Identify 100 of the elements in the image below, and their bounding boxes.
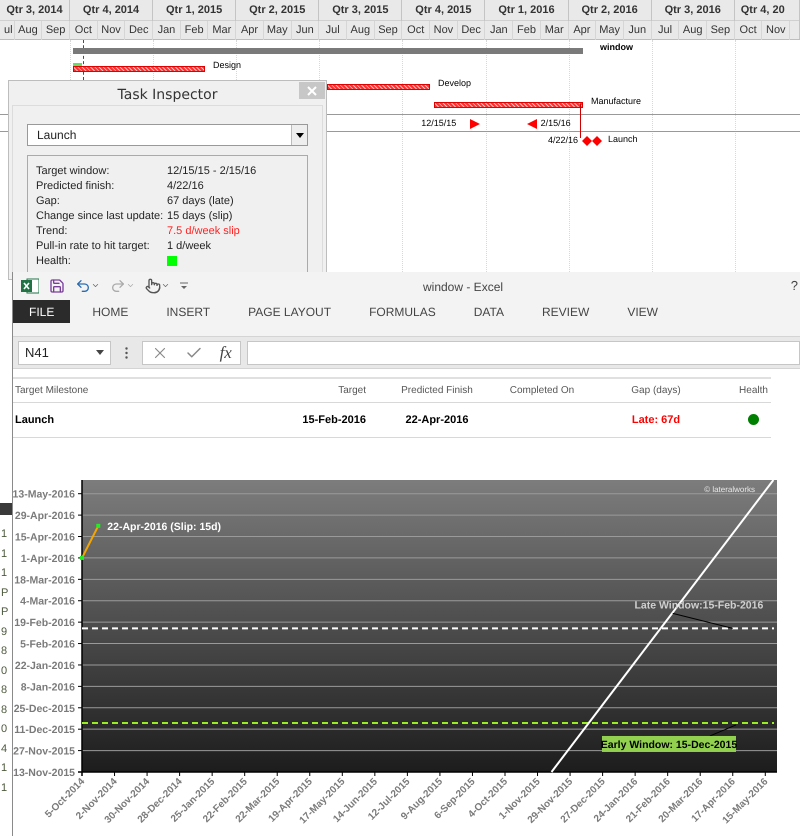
- ribbon-tab[interactable]: FORMULAS: [355, 300, 450, 324]
- table-cell: 22-Apr-2016: [366, 402, 508, 438]
- month-label: Oct: [734, 21, 762, 40]
- quarter-label: Qtr 1, 2015: [165, 3, 224, 18]
- month-label: Sep: [707, 21, 735, 40]
- y-tick-label: 4-Mar-2016: [20, 596, 75, 608]
- month-label: Oct: [402, 21, 430, 40]
- dropdown-arrow-icon[interactable]: [96, 350, 104, 356]
- ribbon-tab[interactable]: DATA: [460, 300, 518, 324]
- task-label: Design: [213, 60, 242, 70]
- partial-cell-text: P: [1, 606, 8, 618]
- month-label: Nov: [762, 21, 790, 40]
- task-bar[interactable]: [327, 84, 430, 90]
- y-tick-label: 22-Jan-2016: [14, 660, 75, 672]
- column-header: Health: [736, 378, 771, 403]
- task-dropdown[interactable]: Launch: [27, 124, 308, 146]
- name-box[interactable]: N41: [18, 340, 111, 365]
- y-tick-label: 27-Nov-2015: [13, 746, 75, 758]
- save-icon[interactable]: [49, 278, 65, 294]
- info-label: Predicted finish:: [36, 180, 116, 192]
- window-title: window - Excel: [423, 280, 504, 294]
- y-tick-label: 15-Apr-2016: [14, 532, 75, 544]
- month-label: Dec: [125, 21, 154, 40]
- column-header: Target: [290, 378, 366, 403]
- partial-cell-text: 8: [1, 645, 8, 657]
- ribbon-tab[interactable]: REVIEW: [528, 300, 604, 324]
- month-label: May: [264, 21, 292, 40]
- window-title: Task Inspector: [118, 86, 218, 102]
- partial-cell-text: 0: [1, 723, 8, 735]
- window-start-icon: [470, 119, 480, 129]
- spreadsheet-logo-icon[interactable]: [21, 278, 39, 294]
- quarter-label: Qtr 4, 2014: [82, 3, 140, 18]
- insert-function-button[interactable]: fx: [220, 342, 232, 363]
- month-label: Mar: [208, 21, 236, 40]
- y-tick-label: 13-May-2016: [13, 488, 75, 501]
- task-bar[interactable]: [73, 66, 205, 72]
- partial-cell-text: 1: [1, 762, 8, 774]
- partial-cell-text: 1: [1, 567, 8, 579]
- credit-text: © lateralworks: [704, 484, 755, 494]
- info-label: Pull-in rate to hit target:: [36, 240, 151, 252]
- y-tick-label: 19-Feb-2016: [14, 617, 75, 630]
- task-bar[interactable]: [434, 102, 583, 108]
- info-value: 15 days (slip): [167, 210, 234, 222]
- month-label: Jan: [153, 21, 181, 40]
- customize-toolbar-icon[interactable]: [180, 282, 188, 290]
- month-label: Jun: [292, 21, 320, 40]
- month-label: Dec: [458, 21, 486, 40]
- point-label: 22-Apr-2016 (Slip: 15d): [107, 520, 222, 533]
- window-end-icon: [526, 119, 537, 129]
- quarter-label: Qtr 1, 2016: [497, 3, 556, 18]
- month-label: Mar: [540, 21, 569, 40]
- quarter-label: Qtr 3, 2014: [5, 3, 64, 18]
- table-cell: 15-Feb-2016: [290, 402, 366, 438]
- partial-cell-text: 8: [1, 704, 8, 716]
- date-label: 12/15/15: [420, 118, 456, 128]
- partial-cell-text: 1: [1, 548, 8, 560]
- y-tick-label: 8-Jan-2016: [20, 681, 75, 694]
- ribbon-tab[interactable]: HOME: [78, 300, 142, 324]
- y-tick-label: 18-Mar-2016: [14, 574, 75, 586]
- leader-line: [709, 724, 736, 736]
- month-label: Feb: [513, 21, 541, 40]
- info-label: Health:: [36, 254, 72, 266]
- date-label: 4/22/16: [546, 135, 578, 145]
- month-label: Nov: [98, 21, 126, 40]
- column-header: Predicted Finish: [366, 378, 508, 403]
- partial-cell-text: 8: [1, 684, 8, 696]
- y-tick-label: 5-Feb-2016: [20, 638, 75, 651]
- month-label: Jan: [485, 21, 514, 40]
- quarter-label: Qtr 3, 2016: [664, 3, 722, 18]
- month-label: Apr: [568, 21, 596, 40]
- month-label: Apr: [236, 21, 264, 40]
- table-cell: Late: 67d: [576, 402, 736, 438]
- redo-icon[interactable]: [110, 278, 135, 294]
- month-label: Jul: [652, 21, 680, 40]
- column-header: Completed On: [508, 378, 576, 403]
- touch-mode-icon[interactable]: [145, 278, 170, 294]
- partial-cell-text: 1: [1, 528, 8, 540]
- leader-line: [672, 612, 734, 629]
- y-tick-label: 13-Nov-2015: [13, 766, 75, 779]
- quarter-label: Qtr 2, 2015: [248, 3, 306, 18]
- series-line: [81, 525, 100, 558]
- ribbon-tab[interactable]: PAGE LAYOUT: [234, 300, 346, 324]
- quarter-label: Qtr 4, 20: [740, 3, 786, 18]
- ribbon-tab[interactable]: INSERT: [152, 300, 224, 324]
- undo-icon[interactable]: [75, 278, 100, 294]
- info-label: Trend:: [36, 224, 68, 236]
- ribbon-tab[interactable]: FILE: [13, 300, 70, 324]
- info-label: Target window:: [36, 164, 110, 176]
- y-tick-label: 29-Apr-2016: [14, 510, 75, 522]
- drag-handle-icon[interactable]: [125, 346, 128, 359]
- month-label: ul: [0, 21, 15, 40]
- info-value: 12/15/15 - 2/15/16: [167, 164, 258, 176]
- formula-input[interactable]: [247, 340, 800, 365]
- y-tick-label: 1-Apr-2016: [20, 552, 75, 565]
- ribbon-tab[interactable]: VIEW: [613, 300, 672, 324]
- partial-cell-text: 1: [1, 782, 8, 794]
- help-button[interactable]: ?: [788, 278, 800, 293]
- info-value: 4/22/16: [167, 180, 205, 192]
- milestone-icon: [582, 136, 602, 146]
- data-point: [96, 524, 100, 528]
